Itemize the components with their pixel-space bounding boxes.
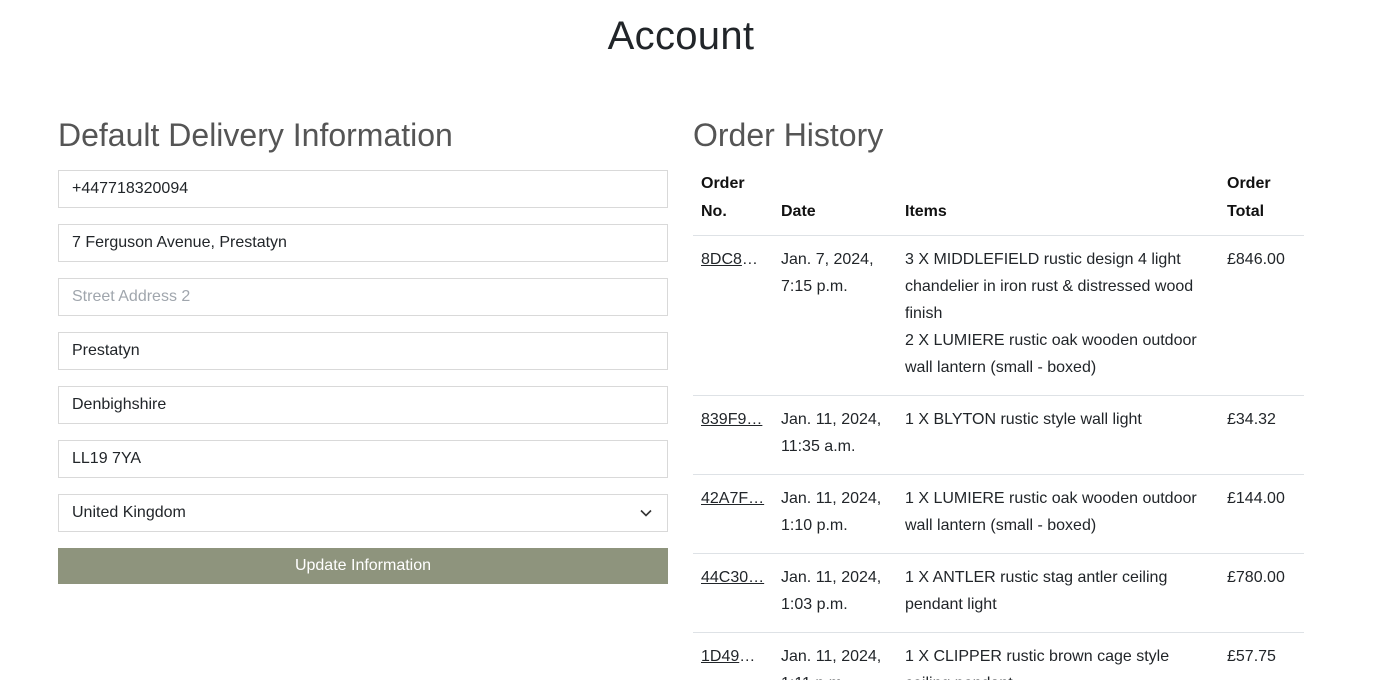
order-number-cell: 44C30… [693, 553, 773, 633]
order-number-link[interactable]: 1D49D… [701, 643, 765, 670]
street-address-1-field[interactable]: 7 Ferguson Avenue, Prestatyn [58, 224, 668, 262]
postcode-field[interactable]: LL19 7YA [58, 440, 668, 478]
update-information-button[interactable]: Update Information [58, 548, 668, 584]
town-field[interactable]: Prestatyn [58, 332, 668, 370]
order-number-cell: 42A7F… [693, 474, 773, 554]
delivery-form: +447718320094 7 Ferguson Avenue, Prestat… [58, 170, 668, 584]
column-header-order-total: Order Total [1219, 170, 1304, 236]
delivery-heading: Default Delivery Information [58, 117, 453, 153]
table-row: 44C30… Jan. 11, 2024, 1:03 p.m. 1 X ANTLER… [693, 553, 1304, 633]
table-row: 8DC86… Jan. 7, 2024, 7:15 p.m. 3 X MIDDLEF… [693, 235, 1304, 396]
order-item-line: 1 X ANTLER rustic stag antler ceiling pe… [905, 569, 1168, 613]
table-header-row: Order No. Date Items Order Total [693, 170, 1304, 236]
county-field[interactable]: Denbighshire [58, 386, 668, 424]
order-number-cell: 8DC86… [693, 235, 773, 396]
order-total-cell: £144.00 [1219, 474, 1304, 554]
chevron-down-icon [640, 509, 652, 517]
page-title: Account [607, 14, 755, 58]
order-number-link[interactable]: 8DC86… [701, 246, 765, 273]
order-number-cell: 839F9… [693, 395, 773, 475]
column-header-date: Date [773, 170, 897, 236]
country-select[interactable]: United Kingdom [58, 494, 668, 532]
phone-field[interactable]: +447718320094 [58, 170, 668, 208]
order-date-cell: Jan. 11, 2024, 1:03 p.m. [773, 553, 897, 633]
order-item-line: 3 X MIDDLEFIELD rustic design 4 light ch… [905, 251, 1194, 322]
table-row: 1D49D… Jan. 11, 2024, 1:11 p.m.1 X CLIPPE… [693, 632, 1304, 680]
order-date-cell: Jan. 11, 2024, 1:11 p.m. [773, 632, 897, 680]
order-history-section: Order History Order No. Date Items Order… [693, 114, 1304, 680]
order-total-cell: £57.75 [1219, 632, 1304, 680]
order-item-line: 1 X CLIPPER rustic brown cage style ceil… [905, 648, 1170, 680]
column-header-order-no: Order No. [693, 170, 773, 236]
order-date-cell: Jan. 11, 2024, 1:10 p.m. [773, 474, 897, 554]
order-items-cell: 1 X CLIPPER rustic brown cage style ceil… [897, 632, 1219, 680]
order-item-line: 2 X LUMIERE rustic oak wooden outdoor wa… [905, 332, 1197, 376]
order-items-cell: 1 X LUMIERE rustic oak wooden outdoor wa… [897, 474, 1219, 554]
table-row: 42A7F… Jan. 11, 2024, 1:10 p.m. 1 X LUMIER… [693, 474, 1304, 554]
order-items-cell: 1 X BLYTON rustic style wall light [897, 395, 1219, 475]
country-select-value: United Kingdom [72, 504, 186, 521]
column-header-items: Items [897, 170, 1219, 236]
order-items-cell: 3 X MIDDLEFIELD rustic design 4 light ch… [897, 235, 1219, 396]
table-row: 839F9… Jan. 11, 2024, 11:35 a.m. 1 X BLYTO… [693, 395, 1304, 475]
order-number-link[interactable]: 839F9… [701, 406, 765, 433]
order-history-heading: Order History [693, 117, 884, 153]
order-history-table: Order No. Date Items Order Total 8DC86… J… [693, 170, 1304, 680]
order-date-cell: Jan. 11, 2024, 11:35 a.m. [773, 395, 897, 475]
order-number-link[interactable]: 42A7F… [701, 485, 765, 512]
order-items-cell: 1 X ANTLER rustic stag antler ceiling pe… [897, 553, 1219, 633]
order-total-cell: £846.00 [1219, 235, 1304, 396]
order-number-cell: 1D49D… [693, 632, 773, 680]
street-address-2-field[interactable]: Street Address 2 [58, 278, 668, 316]
order-date-cell: Jan. 7, 2024, 7:15 p.m. [773, 235, 897, 396]
order-item-line: 1 X BLYTON rustic style wall light [905, 411, 1142, 428]
order-item-line: 1 X LUMIERE rustic oak wooden outdoor wa… [905, 490, 1197, 534]
order-total-cell: £34.32 [1219, 395, 1304, 475]
delivery-section: Default Delivery Information +4477183200… [58, 114, 668, 584]
order-number-link[interactable]: 44C30… [701, 564, 765, 591]
order-total-cell: £780.00 [1219, 553, 1304, 633]
